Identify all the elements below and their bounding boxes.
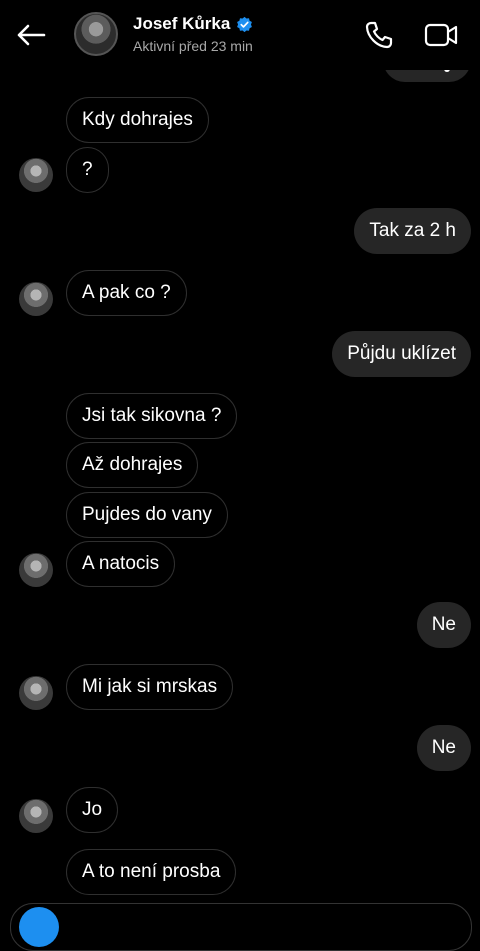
incoming-message[interactable]: Až dohrajes bbox=[66, 442, 199, 488]
outgoing-message[interactable]: Ne bbox=[416, 602, 471, 648]
contact-name-row[interactable]: Josef Kůrka bbox=[133, 14, 253, 34]
incoming-message[interactable]: Jsi tak sikovna ? bbox=[66, 393, 238, 439]
incoming-message[interactable]: Mi jak si mrskas bbox=[66, 664, 234, 710]
incoming-message[interactable]: Jo bbox=[66, 787, 119, 833]
sender-avatar[interactable] bbox=[19, 553, 53, 587]
phone-icon[interactable] bbox=[364, 20, 394, 50]
verified-badge-icon bbox=[236, 16, 253, 33]
incoming-message[interactable]: ? bbox=[66, 147, 109, 193]
outgoing-message[interactable]: Ne bbox=[416, 725, 471, 771]
incoming-message[interactable]: A natocis bbox=[66, 541, 176, 587]
sender-avatar[interactable] bbox=[19, 158, 53, 192]
outgoing-message[interactable]: Půjdu uklízet bbox=[332, 331, 471, 377]
camera-button[interactable] bbox=[19, 907, 59, 947]
incoming-message[interactable]: A to není prosba bbox=[66, 849, 237, 895]
sender-avatar[interactable] bbox=[19, 676, 53, 710]
video-camera-icon[interactable] bbox=[424, 20, 458, 50]
incoming-message[interactable]: A pak co ? bbox=[66, 270, 187, 316]
contact-status: Aktivní před 23 min bbox=[133, 38, 253, 54]
message-composer[interactable] bbox=[10, 903, 472, 951]
chat-header: Josef Kůrka Aktivní před 23 min bbox=[0, 0, 480, 70]
sender-avatar[interactable] bbox=[19, 799, 53, 833]
outgoing-message[interactable]: Tak za 2 h bbox=[354, 208, 471, 254]
incoming-message[interactable]: Pujdes do vany bbox=[66, 492, 228, 538]
back-arrow-icon[interactable] bbox=[14, 18, 48, 52]
incoming-message[interactable]: Kdy dohrajes bbox=[66, 97, 209, 143]
sender-avatar[interactable] bbox=[19, 282, 53, 316]
contact-avatar[interactable] bbox=[74, 12, 118, 56]
contact-name: Josef Kůrka bbox=[133, 14, 231, 33]
